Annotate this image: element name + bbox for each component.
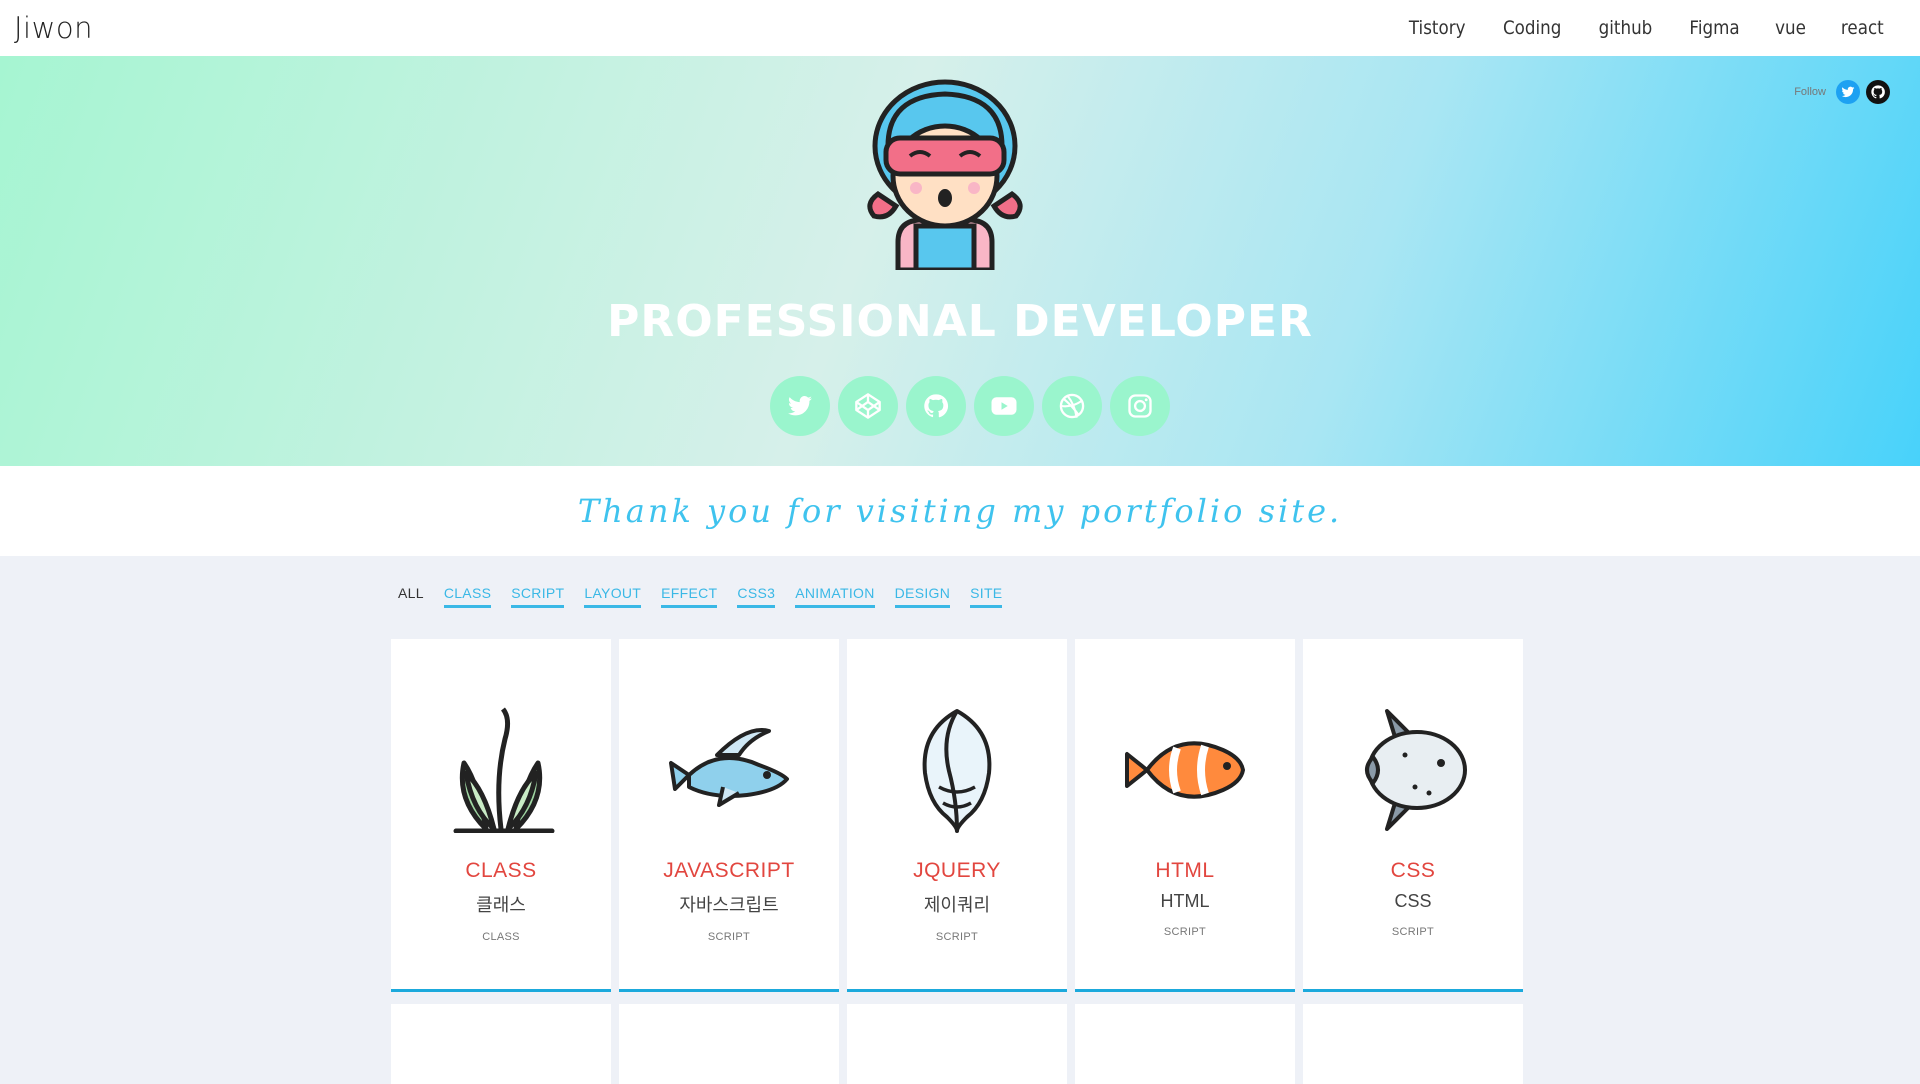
nav-github[interactable]: github [1599,17,1653,39]
filter-all[interactable]: ALL [398,585,424,608]
sunfish-icon [1303,707,1523,833]
top-header: Jiwon Tistory Coding github Figma vue re… [0,0,1920,56]
codepen-icon[interactable] [838,376,898,436]
dribbble-icon[interactable] [1042,376,1102,436]
card-tag: SCRIPT [1391,926,1435,938]
card-title: JQUERY [913,859,1001,882]
portfolio-card[interactable] [1303,1004,1523,1084]
hero-banner: Follow PROFESSIONAL DEVELOPER [0,56,1920,466]
portfolio-card[interactable] [847,1004,1067,1084]
card-subtitle: 자바스크립트 [679,895,779,915]
portfolio-card[interactable]: CLASS 클래스 CLASS [391,639,611,992]
github-icon[interactable] [1866,80,1890,104]
follow-label: Follow [1794,86,1826,98]
nav-figma[interactable]: Figma [1690,17,1740,39]
card-title: JAVASCRIPT [663,859,795,882]
filter-script[interactable]: SCRIPT [511,585,565,608]
card-subtitle: 제이쿼리 [923,895,991,915]
portfolio-card[interactable]: JAVASCRIPT 자바스크립트 SCRIPT [619,639,839,992]
filter-effect[interactable]: EFFECT [661,585,718,608]
portfolio-card[interactable] [391,1004,611,1084]
main-nav: Tistory Coding github Figma vue react [1375,17,1887,39]
card-title: CSS [1390,859,1436,882]
filter-design[interactable]: DESIGN [894,585,951,608]
flying-fish-icon [619,707,839,833]
youtube-icon[interactable] [974,376,1034,436]
instagram-icon[interactable] [1110,376,1170,436]
nav-coding[interactable]: Coding [1503,17,1561,39]
card-tag: SCRIPT [935,931,979,943]
portfolio-card[interactable] [1075,1004,1295,1084]
developer-avatar [867,79,1023,270]
social-links [770,376,1170,436]
filter-css3[interactable]: CSS3 [737,585,776,608]
thanks-message: Thank you for visiting my portfolio site… [0,466,1920,556]
seaweed-icon [391,707,611,833]
twitter-icon[interactable] [1836,80,1860,104]
card-subtitle: CSS [1394,891,1432,911]
filter-site[interactable]: SITE [970,585,1003,608]
card-tag: CLASS [482,931,520,943]
clownfish-icon [1075,707,1295,833]
site-logo[interactable]: Jiwon [14,11,93,45]
hero-title: PROFESSIONAL DEVELOPER [607,296,1313,347]
card-title: CLASS [465,859,537,882]
filter-class[interactable]: CLASS [443,585,492,608]
portfolio-card[interactable] [619,1004,839,1084]
follow-links: Follow [1794,80,1890,104]
card-title: HTML [1155,859,1215,882]
card-tag: SCRIPT [707,931,751,943]
nav-react[interactable]: react [1841,17,1884,39]
portfolio-card[interactable]: HTML HTML SCRIPT [1075,639,1295,992]
github-icon[interactable] [906,376,966,436]
twitter-icon[interactable] [770,376,830,436]
portfolio-card[interactable]: JQUERY 제이쿼리 SCRIPT [847,639,1067,992]
filter-layout[interactable]: LAYOUT [584,585,642,608]
shell-icon [847,707,1067,833]
card-subtitle: HTML [1160,891,1210,911]
card-tag: SCRIPT [1163,926,1207,938]
category-filters: ALL CLASS SCRIPT LAYOUT EFFECT CSS3 ANIM… [398,585,1022,608]
nav-vue[interactable]: vue [1775,17,1806,39]
card-subtitle: 클래스 [476,895,526,915]
filter-animation[interactable]: ANIMATION [795,585,875,608]
nav-tistory[interactable]: Tistory [1409,17,1466,39]
portfolio-card[interactable]: CSS CSS SCRIPT [1303,639,1523,992]
